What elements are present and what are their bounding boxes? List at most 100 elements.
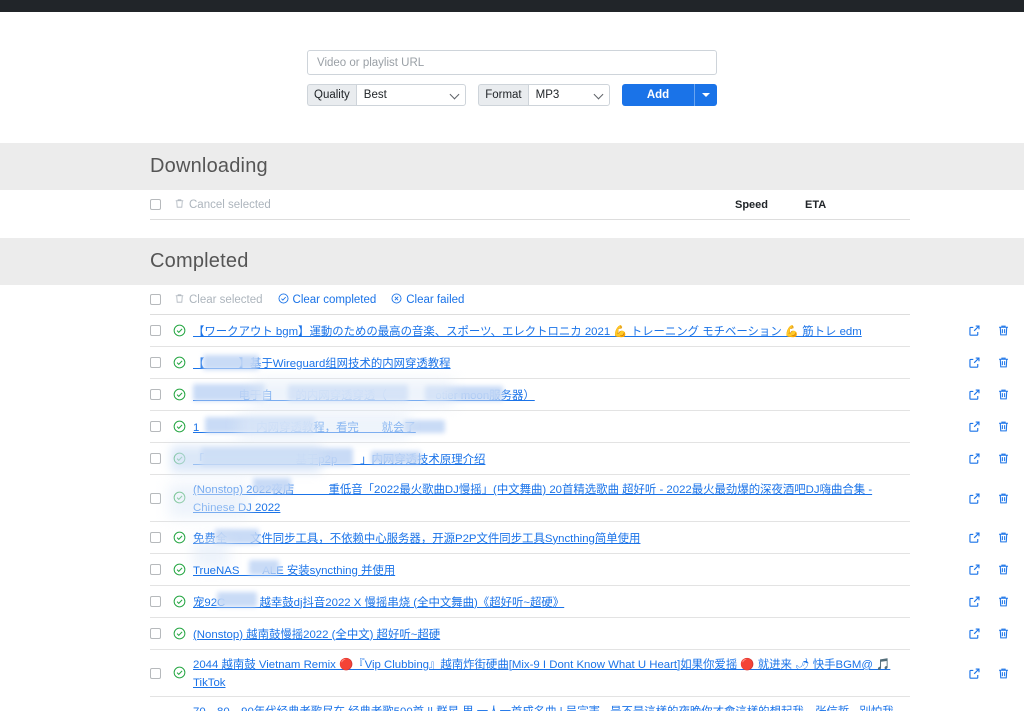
row-title-link[interactable]: (Nonstop) 越南鼓慢摇2022 (全中文) 超好听~超硬	[193, 629, 440, 641]
status-check-icon	[173, 356, 187, 370]
row-title-link[interactable]: TrueNAS ALE 安装syncthing 并使用	[193, 565, 395, 577]
row-title-link[interactable]: 70、80、90年代经典老歌尽在 经典老歌500首 || 群星 里 一人一首成名…	[193, 706, 894, 711]
downloading-body: Cancel selected Speed ETA	[0, 190, 1024, 220]
row-checkbox[interactable]	[150, 668, 161, 679]
url-input[interactable]	[307, 50, 717, 75]
external-link-icon[interactable]	[968, 492, 981, 505]
format-label: Format	[478, 84, 527, 106]
row-title-link[interactable]: 【 】基于Wireguard组网技术的内网穿透教程	[193, 358, 451, 370]
external-link-icon[interactable]	[968, 595, 981, 608]
trash-icon[interactable]	[997, 388, 1010, 401]
external-link-icon[interactable]	[968, 388, 981, 401]
table-row: 宠92C 越幸鼓dj抖音2022 X 慢摇串烧 (全中文舞曲)《超好听~超硬》	[150, 586, 910, 618]
trash-icon	[174, 198, 185, 212]
clear-failed-button[interactable]: Clear failed	[391, 293, 464, 307]
completed-toolbar: Clear selected Clear completed Clear fai…	[150, 285, 910, 315]
trash-icon	[174, 293, 185, 307]
format-select[interactable]: MP3	[528, 84, 610, 106]
trash-icon[interactable]	[997, 324, 1010, 337]
add-dropdown-toggle[interactable]	[694, 84, 717, 106]
row-checkbox[interactable]	[150, 532, 161, 543]
table-row: 1 内网穿透教程，看完 就会了	[150, 411, 910, 443]
row-title-cell: 【ワークアウト bgm】運動のための最高の音楽、スポーツ、エレクトロニカ 202…	[193, 322, 910, 340]
row-checkbox[interactable]	[150, 389, 161, 400]
table-row: (Nonstop) 越南鼓慢摇2022 (全中文) 超好听~超硬	[150, 618, 910, 650]
table-row: 【 】基于Wireguard组网技术的内网穿透教程	[150, 347, 910, 379]
row-actions	[968, 388, 1010, 401]
external-link-icon[interactable]	[968, 563, 981, 576]
add-button[interactable]: Add	[622, 84, 694, 106]
trash-icon[interactable]	[997, 627, 1010, 640]
quality-label: Quality	[307, 84, 356, 106]
row-checkbox[interactable]	[150, 596, 161, 607]
quality-select[interactable]: Best	[356, 84, 466, 106]
format-group: Format MP3	[478, 84, 609, 106]
add-button-group: Add	[622, 84, 717, 106]
row-actions	[968, 452, 1010, 465]
clear-selected-button[interactable]: Clear selected	[174, 293, 263, 307]
chevron-down-icon	[593, 90, 603, 100]
trash-icon[interactable]	[997, 595, 1010, 608]
completed-row-list: 【ワークアウト bgm】運動のための最高の音楽、スポーツ、エレクトロニカ 202…	[150, 315, 910, 711]
external-link-icon[interactable]	[968, 531, 981, 544]
row-title-link[interactable]: 【ワークアウト bgm】運動のための最高の音楽、スポーツ、エレクトロニカ 202…	[193, 326, 862, 338]
cancel-selected-label: Cancel selected	[189, 199, 271, 211]
row-title-link[interactable]: 免费全 文件同步工具，不依赖中心服务器，开源P2P文件同步工具Syncthing…	[193, 533, 640, 545]
trash-icon[interactable]	[997, 667, 1010, 680]
external-link-icon[interactable]	[968, 667, 981, 680]
row-title-cell: 1 内网穿透教程，看完 就会了	[193, 418, 910, 436]
row-title-link[interactable]: 2044 越南鼓 Vietnam Remix 🔴『Vip Clubbing』越南…	[193, 659, 890, 689]
status-check-icon	[173, 531, 187, 545]
downloading-select-all-checkbox[interactable]	[150, 199, 161, 210]
trash-icon[interactable]	[997, 492, 1010, 505]
row-checkbox[interactable]	[150, 628, 161, 639]
format-value: MP3	[536, 89, 560, 101]
trash-icon[interactable]	[997, 452, 1010, 465]
options-row: Quality Best Format MP3 Add	[307, 84, 717, 106]
row-title-link[interactable]: (Nonstop) 2022夜店 重低音「2022最火歌曲DJ慢摇」(中文舞曲)…	[193, 484, 872, 514]
trash-icon[interactable]	[997, 531, 1010, 544]
status-check-icon	[173, 420, 187, 434]
row-checkbox[interactable]	[150, 493, 161, 504]
row-checkbox[interactable]	[150, 564, 161, 575]
trash-icon[interactable]	[997, 420, 1010, 433]
row-title-cell: (Nonstop) 2022夜店 重低音「2022最火歌曲DJ慢摇」(中文舞曲)…	[193, 480, 910, 516]
external-link-icon[interactable]	[968, 420, 981, 433]
row-checkbox[interactable]	[150, 357, 161, 368]
x-circle-icon	[391, 293, 402, 307]
status-check-icon	[173, 452, 187, 466]
table-row: (Nonstop) 2022夜店 重低音「2022最火歌曲DJ慢摇」(中文舞曲)…	[150, 475, 910, 522]
row-title-cell: 2044 越南鼓 Vietnam Remix 🔴『Vip Clubbing』越南…	[193, 655, 910, 691]
row-title-cell: TrueNAS ALE 安装syncthing 并使用	[193, 561, 910, 579]
external-link-icon[interactable]	[968, 452, 981, 465]
trash-icon[interactable]	[997, 563, 1010, 576]
row-checkbox[interactable]	[150, 453, 161, 464]
row-checkbox[interactable]	[150, 421, 161, 432]
status-check-icon	[173, 563, 187, 577]
completed-select-all-checkbox[interactable]	[150, 294, 161, 305]
table-row: 「 基于p2p 」内网穿透技术原理介绍	[150, 443, 910, 475]
clear-completed-button[interactable]: Clear completed	[278, 293, 377, 307]
row-title-link[interactable]: 电于自 的内网穿透穿透（ otier moon服务器）	[193, 390, 535, 402]
external-link-icon[interactable]	[968, 356, 981, 369]
quality-group: Quality Best	[307, 84, 466, 106]
row-title-cell: 电于自 的内网穿透穿透（ otier moon服务器）	[193, 386, 910, 404]
row-title-link[interactable]: 宠92C 越幸鼓dj抖音2022 X 慢摇串烧 (全中文舞曲)《超好听~超硬》	[193, 597, 564, 609]
completed-body: Clear selected Clear completed Clear fai…	[0, 285, 1024, 711]
row-title-link[interactable]: 1 内网穿透教程，看完 就会了	[193, 422, 416, 434]
quality-value: Best	[364, 89, 387, 101]
row-title-cell: 宠92C 越幸鼓dj抖音2022 X 慢摇串烧 (全中文舞曲)《超好听~超硬》	[193, 593, 910, 611]
row-checkbox[interactable]	[150, 325, 161, 336]
row-actions	[968, 627, 1010, 640]
clear-failed-label: Clear failed	[406, 294, 464, 306]
chevron-down-icon	[449, 90, 459, 100]
external-link-icon[interactable]	[968, 324, 981, 337]
table-row: 免费全 文件同步工具，不依赖中心服务器，开源P2P文件同步工具Syncthing…	[150, 522, 910, 554]
status-check-icon	[173, 666, 187, 680]
trash-icon[interactable]	[997, 356, 1010, 369]
cancel-selected-button[interactable]: Cancel selected	[174, 198, 271, 212]
external-link-icon[interactable]	[968, 627, 981, 640]
row-title-cell: 「 基于p2p 」内网穿透技术原理介绍	[193, 450, 910, 468]
row-actions	[968, 563, 1010, 576]
row-title-link[interactable]: 「 基于p2p 」内网穿透技术原理介绍	[193, 454, 485, 466]
